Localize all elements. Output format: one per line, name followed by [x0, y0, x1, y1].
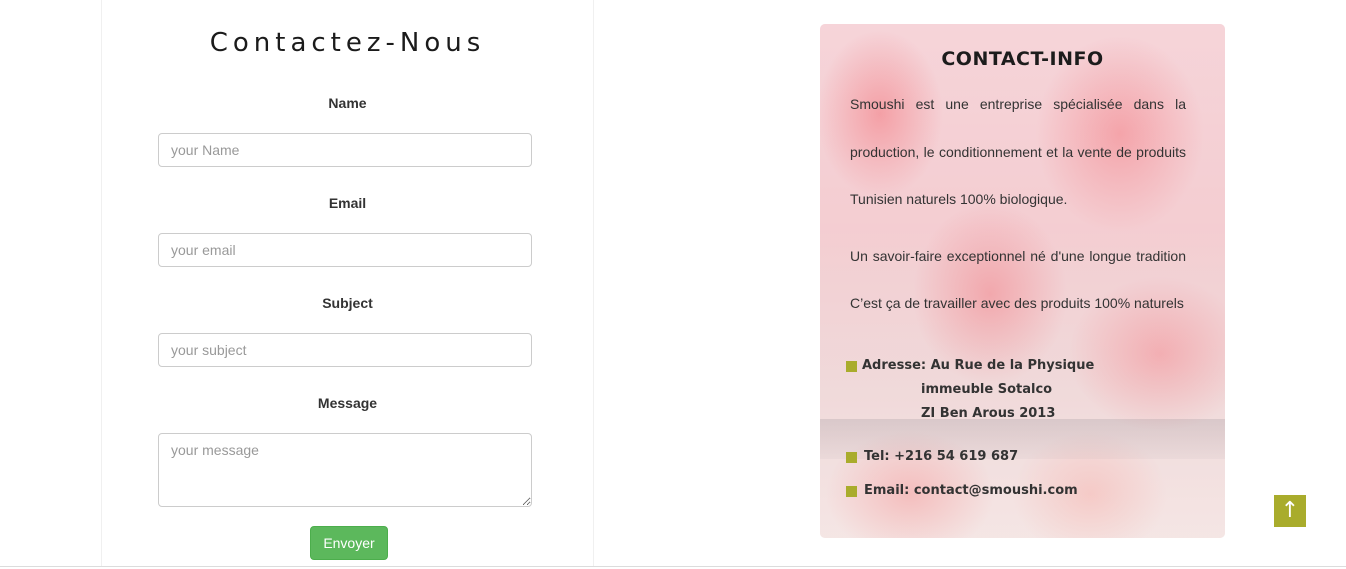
description-line: production, le conditionnement et la ven…	[850, 144, 1186, 160]
address-line-2: immeuble Sotalco	[921, 382, 1053, 397]
email-label: Email	[328, 195, 367, 211]
description-line: Smoushi est une entreprise spécialisée d…	[850, 96, 1186, 112]
contact-info-title: CONTACT-INFO	[941, 48, 1104, 70]
contact-info-card: CONTACT-INFO Smoushi est une entreprise …	[820, 24, 1225, 538]
message-label: Message	[317, 395, 378, 411]
description-line: Tunisien naturels 100% biologique.	[850, 191, 1068, 207]
description-line: C’est ça de travailler avec des produits…	[850, 295, 1184, 311]
email-bullet-icon	[846, 486, 857, 497]
address-bullet-icon	[846, 361, 857, 372]
tel-line: Tel: +216 54 619 687	[864, 449, 1019, 464]
email-line: Email: contact@smoushi.com	[864, 483, 1078, 498]
address-line-1: Adresse: Au Rue de la Physique	[862, 358, 1095, 373]
message-textarea[interactable]	[158, 433, 532, 507]
address-line-3: ZI Ben Arous 2013	[921, 406, 1056, 421]
scroll-to-top-button[interactable]: ↑	[1274, 495, 1306, 527]
name-label: Name	[328, 95, 367, 111]
page-divider	[0, 566, 1346, 567]
name-input[interactable]	[158, 133, 532, 167]
send-button[interactable]: Envoyer	[310, 526, 388, 560]
subject-input[interactable]	[158, 333, 532, 367]
description-line: Un savoir-faire exceptionnel né d'une lo…	[850, 248, 1186, 264]
email-input[interactable]	[158, 233, 532, 267]
contact-form-panel: Contactez-Nous Name Email Subject Messag…	[101, 0, 594, 566]
subject-label: Subject	[322, 295, 373, 311]
tel-bullet-icon	[846, 452, 857, 463]
form-title: Contactez-Nous	[209, 28, 486, 58]
arrow-up-icon: ↑	[1280, 498, 1300, 523]
